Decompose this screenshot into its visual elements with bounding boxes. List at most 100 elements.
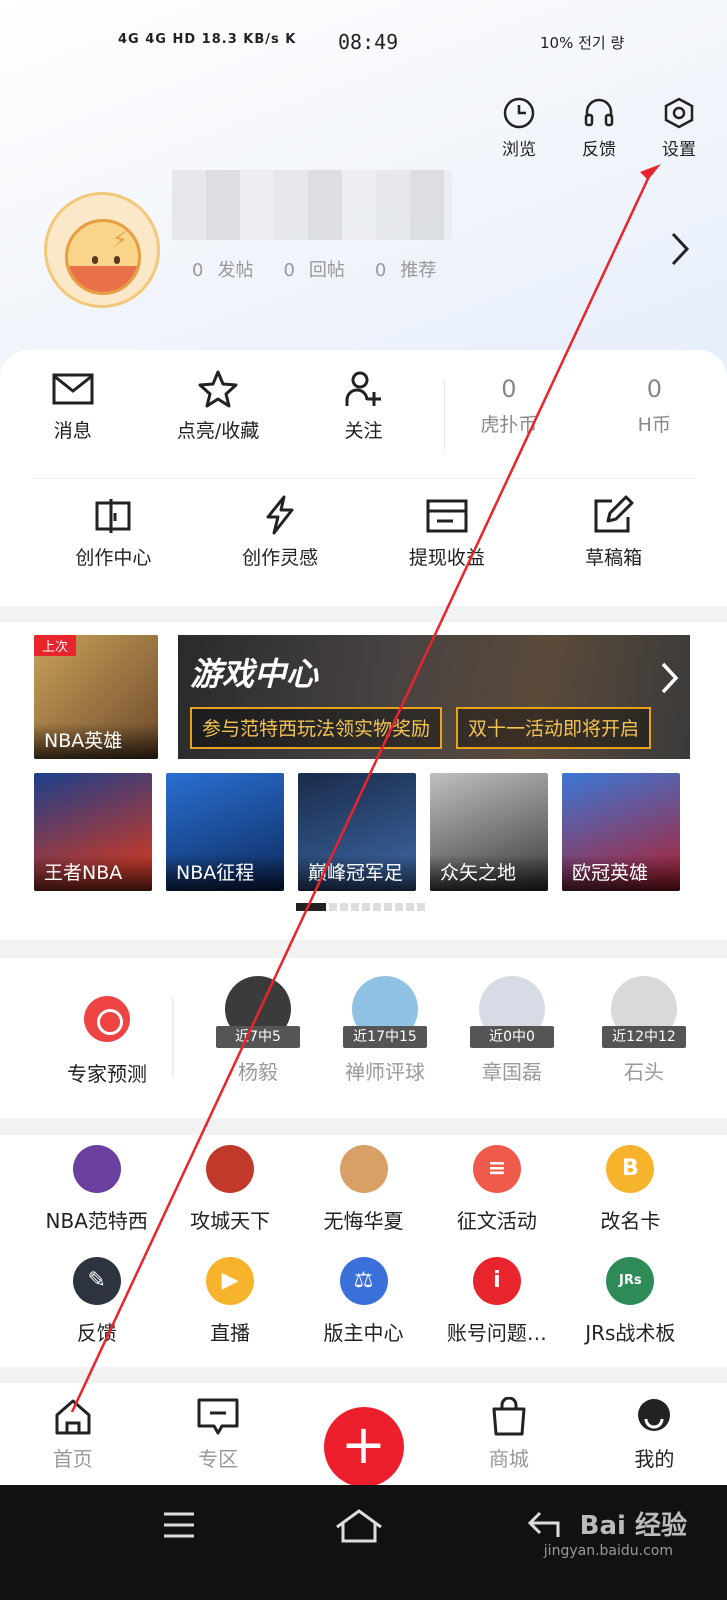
creator-center-label: 创作中心 bbox=[75, 547, 152, 569]
service-label: JRs战术板 bbox=[585, 1321, 676, 1345]
expert-item[interactable]: 近7中5 杨毅 bbox=[206, 976, 310, 1085]
services-card: NBA范特西 攻城天下 无悔华夏 ≡ 征文活动 B 改名卡 ✎ 反馈 ▶ 直播 ⚖ 版主中… bbox=[0, 1135, 727, 1367]
avatar[interactable]: ⚡ bbox=[44, 192, 160, 308]
tab-home[interactable]: 首页 bbox=[0, 1383, 145, 1472]
expert-record-badge: 近0中0 bbox=[470, 1026, 554, 1048]
info-icon: i bbox=[472, 1257, 521, 1305]
expert-name: 杨毅 bbox=[238, 1060, 278, 1084]
edit-icon bbox=[594, 495, 634, 533]
hupu-coin-label: 虎扑币 bbox=[480, 414, 538, 436]
battery-indicator: 10% 전기 량 bbox=[540, 34, 625, 52]
withdraw-earnings-button[interactable]: 提现收益 bbox=[364, 495, 531, 570]
game-tile[interactable]: 巅峰冠军足 bbox=[298, 773, 416, 891]
watermark-url: jingyan.baidu.com bbox=[543, 1543, 673, 1559]
h-coin-value: 0 bbox=[646, 375, 662, 403]
menu-icon[interactable] bbox=[162, 1511, 196, 1539]
carousel-page-indicator bbox=[296, 903, 425, 911]
likes-favorites-button[interactable]: 点亮/收藏 bbox=[145, 370, 290, 443]
profile-stats: 0 发帖 0 回帖 0 推荐 bbox=[192, 256, 436, 282]
services-row: ✎ 反馈 ▶ 直播 ⚖ 版主中心 i 账号问题… JRs JRs战术板 bbox=[30, 1257, 697, 1346]
expert-name: 章国磊 bbox=[482, 1060, 542, 1084]
siege-game-button[interactable]: 攻城天下 bbox=[163, 1145, 296, 1234]
live-button[interactable]: ▶ 直播 bbox=[163, 1257, 296, 1346]
essay-event-button[interactable]: ≡ 征文活动 bbox=[430, 1145, 563, 1234]
nba-fantasy-button[interactable]: NBA范特西 bbox=[30, 1145, 163, 1234]
expert-record-badge: 近7中5 bbox=[216, 1026, 300, 1048]
service-label: 反馈 bbox=[76, 1321, 117, 1345]
divider bbox=[32, 478, 696, 479]
rename-card-icon: B bbox=[606, 1145, 655, 1193]
history-button[interactable]: 浏览 bbox=[493, 95, 545, 160]
settings-button[interactable]: 设置 bbox=[653, 95, 705, 160]
expert-prediction-button[interactable]: 专家预测 bbox=[52, 996, 162, 1087]
messages-button[interactable]: 消息 bbox=[0, 370, 145, 443]
recent-game-label: NBA英雄 bbox=[34, 723, 158, 759]
feedback-label: 反馈 bbox=[582, 140, 616, 160]
following-button[interactable]: 关注 bbox=[291, 370, 436, 443]
creator-center-icon bbox=[95, 499, 131, 533]
tab-post[interactable]: + bbox=[291, 1383, 436, 1487]
hupu-coin-button[interactable]: 0 虎扑币 bbox=[436, 370, 581, 443]
avatar-bolt-icon: ⚡ bbox=[112, 228, 128, 253]
likes-favorites-label: 点亮/收藏 bbox=[176, 420, 260, 442]
creator-center-button[interactable]: 创作中心 bbox=[30, 495, 197, 570]
expert-item[interactable]: 近0中0 章国磊 bbox=[460, 976, 564, 1085]
nba-fantasy-icon bbox=[72, 1145, 121, 1193]
hupu-coin-value: 0 bbox=[501, 375, 517, 403]
game-tile[interactable]: NBA征程 bbox=[166, 773, 284, 891]
service-label: NBA范特西 bbox=[45, 1209, 148, 1233]
add-user-icon bbox=[345, 371, 381, 406]
expert-record-badge: 近12中12 bbox=[602, 1026, 686, 1048]
avatar-mouth bbox=[68, 266, 138, 292]
game-tile[interactable]: 众矢之地 bbox=[430, 773, 548, 891]
services-row: NBA范特西 攻城天下 无悔华夏 ≡ 征文活动 B 改名卡 bbox=[30, 1145, 697, 1234]
feedback-button[interactable]: 反馈 bbox=[573, 95, 625, 160]
star-icon bbox=[198, 370, 238, 408]
tab-zone[interactable]: 专区 bbox=[145, 1383, 290, 1472]
following-label: 关注 bbox=[344, 420, 383, 442]
wallet-icon bbox=[426, 499, 468, 533]
game-tile-label: 欧冠英雄 bbox=[562, 855, 680, 891]
profile-icon bbox=[638, 1399, 671, 1431]
bottom-tab-bar: 首页 专区 + 商城 我的 bbox=[0, 1383, 727, 1487]
game-center-banner[interactable]: 游戏中心 参与范特西玩法领实物奖励 双十一活动即将开启 bbox=[178, 635, 690, 759]
game-tile[interactable]: 欧冠英雄 bbox=[562, 773, 680, 891]
expert-item[interactable]: 近17中15 禅师评球 bbox=[333, 976, 437, 1085]
service-label: 直播 bbox=[210, 1321, 251, 1345]
inspiration-button[interactable]: 创作灵感 bbox=[197, 495, 364, 570]
envelope-icon bbox=[52, 373, 94, 405]
rename-card-button[interactable]: B 改名卡 bbox=[564, 1145, 697, 1234]
tactics-board-button[interactable]: JRs JRs战术板 bbox=[564, 1257, 697, 1346]
clock: 08:49 bbox=[338, 30, 399, 54]
tab-mine[interactable]: 我的 bbox=[582, 1383, 727, 1472]
service-label: 账号问题… bbox=[446, 1321, 547, 1345]
post-count[interactable]: 0 发帖 bbox=[192, 256, 253, 282]
reply-count[interactable]: 0 回帖 bbox=[283, 256, 344, 282]
expert-item[interactable]: 近12中12 石头 bbox=[592, 976, 696, 1085]
headset-icon bbox=[584, 98, 614, 127]
account-issues-button[interactable]: i 账号问题… bbox=[430, 1257, 563, 1346]
banner-promo-2[interactable]: 双十一活动即将开启 bbox=[456, 707, 652, 749]
game-tile-label: 众矢之地 bbox=[430, 855, 548, 891]
banner-promo-1[interactable]: 参与范特西玩法领实物奖励 bbox=[190, 707, 443, 749]
game-tile[interactable]: 王者NBA bbox=[34, 773, 152, 891]
coins-icon: ≡ bbox=[472, 1145, 521, 1193]
home-nav-icon[interactable] bbox=[334, 1507, 384, 1545]
drafts-button[interactable]: 草稿箱 bbox=[530, 495, 697, 570]
h-coin-button[interactable]: 0 H币 bbox=[582, 370, 727, 443]
lightning-icon bbox=[266, 495, 294, 535]
recent-game-tile[interactable]: 上次 NBA英雄 bbox=[34, 635, 158, 759]
pen-icon: ✎ bbox=[72, 1257, 121, 1305]
feedback-service-button[interactable]: ✎ 反馈 bbox=[30, 1257, 163, 1346]
tab-label: 首页 bbox=[52, 1447, 93, 1471]
moderator-center-button[interactable]: ⚖ 版主中心 bbox=[297, 1257, 430, 1346]
back-icon[interactable] bbox=[526, 1509, 562, 1541]
avatar-face: ⚡ bbox=[65, 219, 141, 295]
huaxia-game-button[interactable]: 无悔华夏 bbox=[297, 1145, 430, 1234]
avatar-eye bbox=[92, 256, 98, 264]
tab-label: 我的 bbox=[634, 1447, 675, 1471]
recommend-count[interactable]: 0 推荐 bbox=[375, 256, 436, 282]
profile-chevron-right-icon[interactable] bbox=[669, 230, 691, 272]
tab-mall[interactable]: 商城 bbox=[436, 1383, 581, 1472]
clock-icon bbox=[503, 97, 535, 129]
